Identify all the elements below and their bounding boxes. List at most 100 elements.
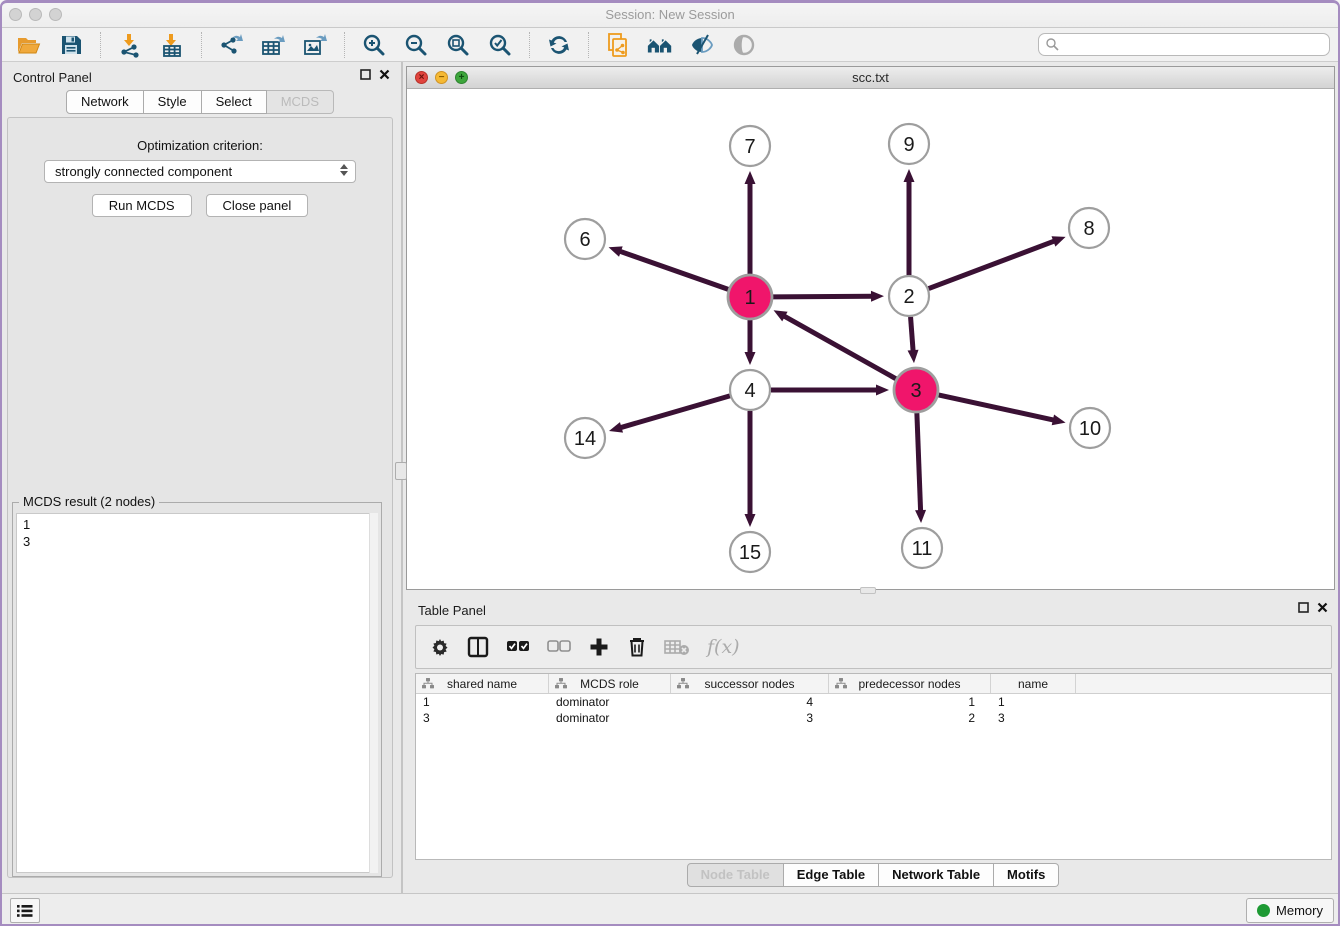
edge-arrowhead bbox=[908, 350, 919, 363]
delete-table-icon bbox=[664, 638, 690, 656]
save-session-icon[interactable] bbox=[57, 31, 85, 59]
zoom-in-icon[interactable] bbox=[360, 31, 388, 59]
table-row[interactable]: 3dominator323 bbox=[416, 710, 1331, 726]
toolbar-separator bbox=[529, 32, 530, 58]
mcds-result-title: MCDS result (2 nodes) bbox=[19, 494, 159, 509]
column-selector-icon[interactable] bbox=[467, 636, 489, 658]
tab-network[interactable]: Network bbox=[66, 90, 144, 114]
column-header-predecessor-nodes[interactable]: predecessor nodes bbox=[829, 674, 991, 693]
edge-arrowhead bbox=[609, 422, 623, 433]
edge-3-11[interactable] bbox=[917, 413, 921, 512]
run-mcds-button[interactable]: Run MCDS bbox=[92, 194, 192, 217]
edge-arrowhead bbox=[876, 385, 889, 396]
cell-successor-nodes[interactable]: 3 bbox=[671, 710, 829, 726]
optimization-criterion-select[interactable]: strongly connected component bbox=[44, 160, 356, 183]
edge-arrowhead bbox=[904, 169, 915, 182]
export-table-icon[interactable] bbox=[259, 31, 287, 59]
task-history-button[interactable] bbox=[10, 898, 40, 923]
mcds-result-list[interactable]: 13 bbox=[16, 513, 378, 873]
tab-node-table[interactable]: Node Table bbox=[687, 863, 784, 887]
edge-1-6[interactable] bbox=[619, 251, 728, 289]
import-table-icon[interactable] bbox=[158, 31, 186, 59]
node-label: 4 bbox=[744, 380, 755, 402]
tab-edge-table[interactable]: Edge Table bbox=[784, 863, 879, 887]
zoom-out-icon[interactable] bbox=[402, 31, 430, 59]
edge-arrowhead bbox=[1052, 415, 1066, 426]
float-table-panel-icon[interactable] bbox=[1298, 602, 1309, 613]
control-panel-title: Control Panel bbox=[13, 70, 92, 85]
column-header-filler bbox=[1076, 674, 1331, 693]
table-settings-icon[interactable] bbox=[430, 637, 450, 657]
network-window-title: scc.txt bbox=[407, 70, 1334, 85]
deselect-all-icon[interactable] bbox=[547, 640, 571, 654]
result-scrollbar[interactable] bbox=[369, 513, 378, 873]
zoom-selected-icon[interactable] bbox=[486, 31, 514, 59]
edge-3-1[interactable] bbox=[783, 316, 896, 379]
show-hide-icon[interactable] bbox=[688, 31, 716, 59]
table-panel-title: Table Panel bbox=[418, 603, 486, 618]
edge-4-14[interactable] bbox=[620, 396, 730, 428]
node-label: 8 bbox=[1083, 218, 1094, 240]
cell-successor-nodes[interactable]: 4 bbox=[671, 694, 829, 710]
cell-shared-name[interactable]: 3 bbox=[416, 710, 549, 726]
cell-name[interactable]: 3 bbox=[991, 710, 1076, 726]
search-input[interactable] bbox=[1060, 38, 1329, 52]
search-box[interactable] bbox=[1038, 33, 1330, 56]
apply-layout-icon[interactable] bbox=[545, 31, 573, 59]
close-panel-icon[interactable] bbox=[379, 69, 390, 80]
node-label: 15 bbox=[739, 542, 761, 564]
network-canvas[interactable]: 7968124314101511 bbox=[407, 89, 1334, 589]
export-image-icon[interactable] bbox=[301, 31, 329, 59]
import-network-icon[interactable] bbox=[116, 31, 144, 59]
node-label: 11 bbox=[912, 538, 933, 560]
first-neighbors-icon[interactable] bbox=[646, 31, 674, 59]
graphics-details-icon[interactable] bbox=[730, 31, 758, 59]
tab-mcds[interactable]: MCDS bbox=[267, 90, 334, 114]
node-label: 2 bbox=[903, 286, 914, 308]
horizontal-splitter-handle[interactable] bbox=[860, 587, 876, 594]
column-header-successor-nodes[interactable]: successor nodes bbox=[671, 674, 829, 693]
column-header-name[interactable]: name bbox=[991, 674, 1076, 693]
cell-MCDS-role[interactable]: dominator bbox=[549, 694, 671, 710]
edge-arrowhead bbox=[1052, 236, 1066, 246]
network-window-titlebar[interactable]: × − + scc.txt bbox=[407, 67, 1334, 89]
cell-MCDS-role[interactable]: dominator bbox=[549, 710, 671, 726]
memory-button[interactable]: Memory bbox=[1246, 898, 1334, 923]
open-file-icon[interactable] bbox=[15, 31, 43, 59]
tab-select[interactable]: Select bbox=[202, 90, 267, 114]
close-panel-button[interactable]: Close panel bbox=[206, 194, 309, 217]
delete-column-icon[interactable] bbox=[627, 636, 647, 658]
edge-2-8[interactable] bbox=[929, 241, 1056, 289]
node-label: 9 bbox=[903, 134, 914, 156]
column-header-MCDS-role[interactable]: MCDS role bbox=[549, 674, 671, 693]
add-column-icon[interactable] bbox=[588, 636, 610, 658]
zoom-fit-icon[interactable] bbox=[444, 31, 472, 59]
mcds-panel: Optimization criterion: strongly connect… bbox=[7, 117, 393, 878]
cell-predecessor-nodes[interactable]: 2 bbox=[829, 710, 991, 726]
float-panel-icon[interactable] bbox=[360, 69, 371, 80]
column-header-shared-name[interactable]: shared name bbox=[416, 674, 549, 693]
node-label: 14 bbox=[574, 428, 596, 450]
edge-arrowhead bbox=[609, 246, 623, 256]
cell-shared-name[interactable]: 1 bbox=[416, 694, 549, 710]
memory-status-icon bbox=[1257, 904, 1270, 917]
table-row[interactable]: 1dominator411 bbox=[416, 694, 1331, 710]
export-network-icon[interactable] bbox=[217, 31, 245, 59]
node-table[interactable]: shared nameMCDS rolesuccessor nodesprede… bbox=[415, 673, 1332, 860]
edge-2-3[interactable] bbox=[911, 317, 914, 352]
edge-arrowhead bbox=[871, 291, 884, 302]
cell-predecessor-nodes[interactable]: 1 bbox=[829, 694, 991, 710]
select-all-icon[interactable] bbox=[506, 640, 530, 654]
node-label: 3 bbox=[910, 380, 921, 402]
edge-arrowhead bbox=[745, 352, 756, 365]
edge-3-10[interactable] bbox=[938, 395, 1054, 420]
tab-network-table[interactable]: Network Table bbox=[879, 863, 994, 887]
cell-name[interactable]: 1 bbox=[991, 694, 1076, 710]
copy-network-icon[interactable] bbox=[604, 31, 632, 59]
splitter-handle[interactable] bbox=[395, 462, 407, 480]
tab-motifs[interactable]: Motifs bbox=[994, 863, 1059, 887]
tab-style[interactable]: Style bbox=[144, 90, 202, 114]
close-table-panel-icon[interactable] bbox=[1317, 602, 1328, 613]
edge-1-2[interactable] bbox=[773, 296, 873, 297]
network-view-window: × − + scc.txt 7968124314101511 bbox=[406, 66, 1335, 590]
